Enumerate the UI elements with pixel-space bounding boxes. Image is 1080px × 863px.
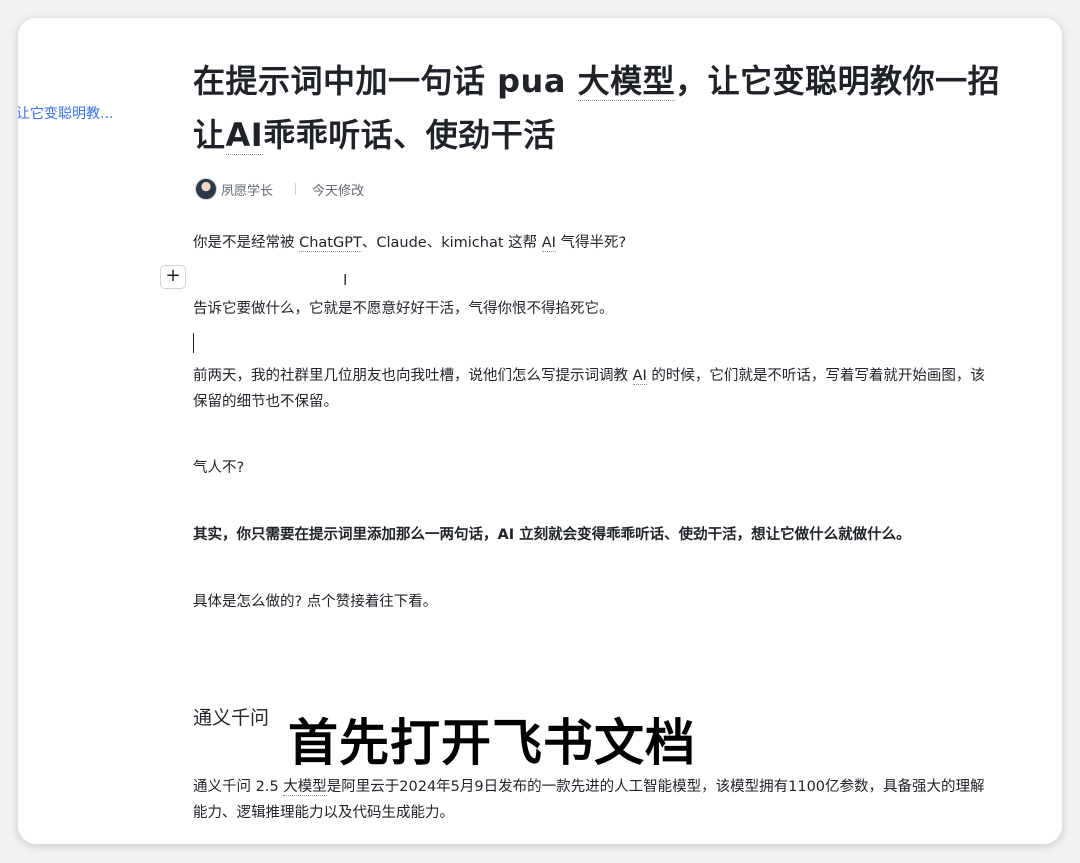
title-text: ，让它变聪明教你一招 [675, 62, 1001, 100]
outline-item[interactable]: 让它变聪明教... [18, 103, 113, 123]
text: 气得半死? [555, 235, 627, 251]
modified-time: 今天修改 [312, 183, 365, 199]
text: 你是不是经常被 [193, 235, 300, 251]
text: 、Claude、kimichat 这帮 [361, 235, 542, 251]
term: 大模型 [283, 779, 327, 796]
author-name[interactable]: 夙愿学长 [221, 180, 273, 199]
paragraph[interactable]: 前两天，我的社群里几位朋友也向我吐槽，说他们怎么写提示词调教 AI 的时候，它们… [193, 363, 993, 415]
title-term: 大模型 [577, 62, 676, 101]
title-text: 乖乖听话、使劲干活 [263, 116, 556, 154]
title-text: 在提示词中加一句话 pua [193, 62, 578, 100]
paragraph[interactable]: 你是不是经常被 ChatGPT、Claude、kimichat 这帮 AI 气得… [193, 230, 993, 256]
paragraph[interactable]: 通义千问 2.5 大模型是阿里云于2024年5月9日发布的一款先进的人工智能模型… [193, 774, 993, 826]
ibeam-cursor-icon: I [343, 271, 348, 289]
text-caret [193, 333, 194, 353]
term: AI [541, 235, 556, 252]
title-text: 让 [193, 116, 226, 154]
video-caption: 首先打开飞书文档 [287, 713, 696, 773]
paragraph-bold[interactable]: 其实，你只需要在提示词里添加那么一两句话，AI 立刻就会变得乖乖听话、使劲干活，… [193, 522, 993, 548]
paragraph[interactable]: 告诉它要做什么，它就是不愿意好好干活，气得你恨不得掐死它。 [193, 296, 993, 322]
avatar[interactable] [195, 178, 217, 200]
term: ChatGPT [299, 235, 362, 252]
paragraph[interactable]: 气人不? [193, 455, 993, 481]
text: 前两天，我的社群里几位朋友也向我吐槽，说他们怎么写提示词调教 [193, 368, 633, 384]
title-term: AI [225, 116, 264, 155]
text: 通义千问 2.5 [193, 779, 284, 795]
section-heading[interactable]: 通义千问 [193, 703, 269, 730]
divider [295, 183, 297, 195]
page-title[interactable]: 在提示词中加一句话 pua 大模型，让它变聪明教你一招 让AI乖乖听话、使劲干活 [193, 54, 1013, 162]
add-block-button[interactable]: + [160, 265, 186, 289]
document-window: 让它变聪明教... 在提示词中加一句话 pua 大模型，让它变聪明教你一招 让A… [18, 18, 1062, 844]
paragraph[interactable]: 具体是怎么做的? 点个赞接着往下看。 [193, 589, 993, 615]
doc-meta: 夙愿学长 今天修改 [195, 178, 364, 200]
term: AI [632, 368, 647, 385]
